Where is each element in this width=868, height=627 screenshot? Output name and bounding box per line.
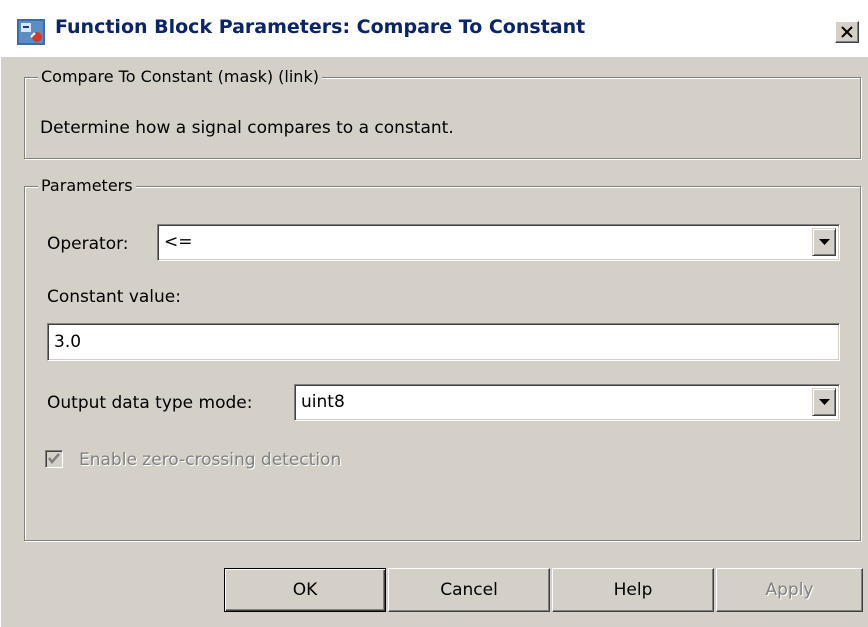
parameters-group-label: Parameters bbox=[38, 176, 136, 195]
apply-button[interactable]: Apply bbox=[716, 568, 863, 612]
output-data-type-selected-value: uint8 bbox=[301, 392, 345, 412]
output-data-type-dropdown-button[interactable] bbox=[812, 388, 836, 416]
zero-crossing-label: Enable zero-crossing detection bbox=[79, 450, 342, 470]
block-description: Determine how a signal compares to a con… bbox=[40, 118, 454, 138]
dialog-window: Function Block Parameters: Compare To Co… bbox=[0, 0, 868, 627]
output-data-type-label: Output data type mode: bbox=[47, 393, 253, 413]
title-bar[interactable]: Function Block Parameters: Compare To Co… bbox=[1, 1, 868, 57]
simulink-block-icon bbox=[17, 19, 45, 45]
constant-value-field[interactable] bbox=[47, 323, 840, 361]
cancel-button[interactable]: Cancel bbox=[388, 568, 550, 612]
constant-value-label: Constant value: bbox=[47, 287, 181, 307]
operator-selected-value: <= bbox=[164, 232, 193, 252]
operator-dropdown-button[interactable] bbox=[812, 228, 836, 256]
dialog-title: Function Block Parameters: Compare To Co… bbox=[55, 16, 586, 38]
ok-button[interactable]: OK bbox=[224, 568, 386, 612]
operator-label: Operator: bbox=[47, 234, 129, 254]
output-data-type-dropdown[interactable]: uint8 bbox=[294, 384, 840, 421]
zero-crossing-checkbox[interactable] bbox=[45, 450, 63, 468]
operator-dropdown[interactable]: <= bbox=[157, 224, 840, 261]
description-group-label: Compare To Constant (mask) (link) bbox=[38, 67, 322, 86]
help-button[interactable]: Help bbox=[552, 568, 714, 612]
close-button[interactable] bbox=[835, 21, 859, 43]
